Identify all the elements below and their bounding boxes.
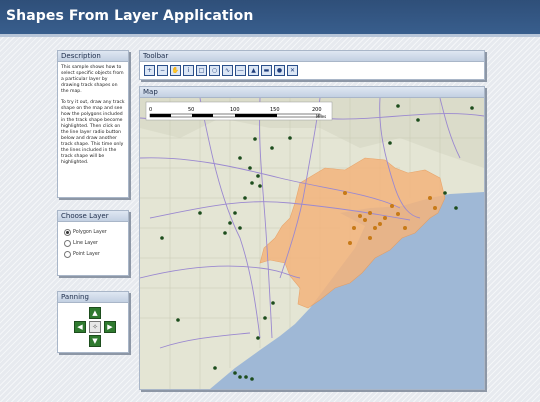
map-header: Map [140,87,484,98]
scale-tick: 200 [312,107,322,113]
scale-tick: 150 [270,107,280,113]
radio-polygon-layer[interactable]: Polygon Layer [64,229,128,236]
panning-panel: Panning ▲ ◀ ✧ ▶ ▼ [57,291,129,353]
circle-select-icon[interactable]: ○ [209,65,220,76]
select-icon[interactable]: □ [196,65,207,76]
scale-tick: 100 [230,107,240,113]
zoom-out-icon[interactable]: − [157,65,168,76]
radio-label: Point Layer [73,252,100,257]
radio-unselected-icon[interactable] [64,251,71,258]
toolbar-buttons: + − ✋ i □ ○ ∿ ― ▲ ▬ ● ✕ [140,62,484,76]
polygon-icon[interactable]: ▲ [248,65,259,76]
choose-layer-header: Choose Layer [58,211,128,222]
scale-unit: Miles [316,114,326,119]
pan-left-icon[interactable]: ◀ [74,321,86,333]
radio-unselected-icon[interactable] [64,240,71,247]
map-canvas[interactable]: 0 50 100 150 200 Miles [140,98,484,389]
panning-header: Panning [58,292,128,303]
description-body: This sample shows how to select specific… [58,62,128,174]
line-icon[interactable]: ― [235,65,246,76]
radio-point-layer[interactable]: Point Layer [64,251,128,258]
app-title: Shapes From Layer Application [6,8,254,24]
toolbar-panel: Toolbar + − ✋ i □ ○ ∿ ― ▲ ▬ ● ✕ [139,50,485,80]
description-panel: Description This sample shows how to sel… [57,50,129,198]
description-paragraph: This sample shows how to select specific… [61,65,124,94]
radio-label: Polygon Layer [73,230,107,235]
pan-right-icon[interactable]: ▶ [104,321,116,333]
pan-icon[interactable]: ✋ [170,65,181,76]
pan-center-icon[interactable]: ✧ [89,321,101,333]
choose-layer-panel: Choose Layer Polygon Layer Line Layer Po… [57,210,129,276]
app-header: Shapes From Layer Application [0,0,540,37]
radius-icon[interactable]: ● [274,65,285,76]
radio-label: Line Layer [73,241,98,246]
info-icon[interactable]: i [183,65,194,76]
scale-tick: 0 [149,107,152,113]
pan-down-icon[interactable]: ▼ [89,335,101,347]
scale-bar: 0 50 100 150 200 Miles [145,101,333,121]
pan-up-icon[interactable]: ▲ [89,307,101,319]
description-header: Description [58,51,128,62]
rectangle-icon[interactable]: ▬ [261,65,272,76]
clear-icon[interactable]: ✕ [287,65,298,76]
radio-line-layer[interactable]: Line Layer [64,240,128,247]
polyline-icon[interactable]: ∿ [222,65,233,76]
scale-tick: 50 [188,107,194,113]
description-paragraph: To try it out, draw any track shape on t… [61,100,125,165]
pan-controls: ▲ ◀ ✧ ▶ ▼ [74,307,116,347]
radio-selected-icon[interactable] [64,229,71,236]
map-panel: Map 0 50 100 150 200 Miles [139,86,485,390]
zoom-in-icon[interactable]: + [144,65,155,76]
toolbar-header: Toolbar [140,51,484,62]
